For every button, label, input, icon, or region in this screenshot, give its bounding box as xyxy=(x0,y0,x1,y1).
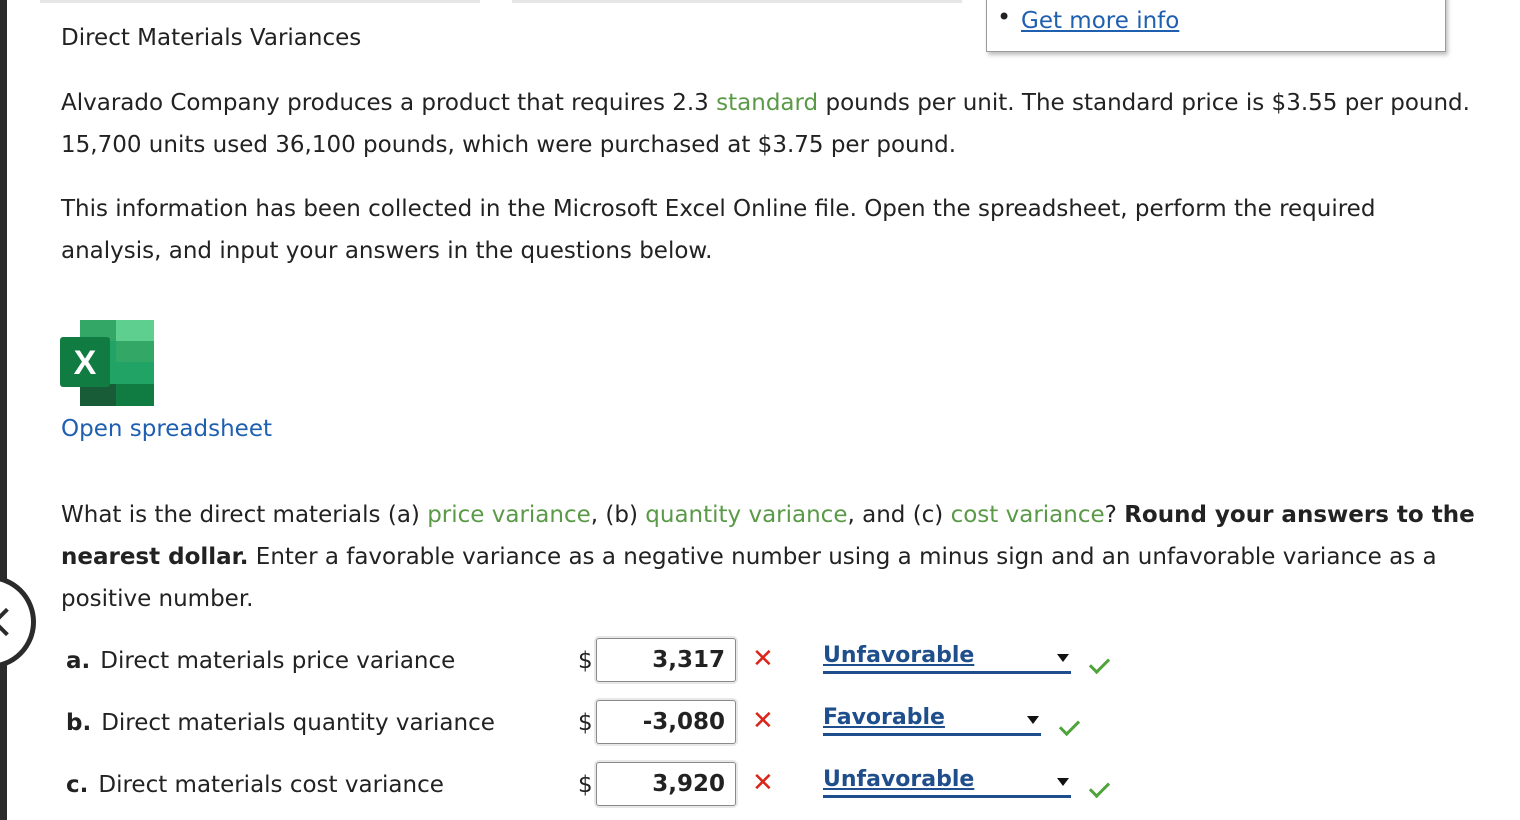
cost-variance-input[interactable]: 3,920 xyxy=(596,762,736,806)
row-label: a. Direct materials price variance xyxy=(66,648,456,674)
get-more-info-link[interactable]: Get more info xyxy=(1021,8,1179,34)
instructions-text: This information has been collected in t… xyxy=(61,196,1376,264)
price-variance-select[interactable]: Unfavorable xyxy=(823,643,1071,674)
term-cost-variance[interactable]: cost variance xyxy=(951,502,1105,528)
bullet-icon: • xyxy=(997,3,1012,31)
answer-row-cost-variance: c. Direct materials cost variance $ 3,920… xyxy=(0,760,1520,810)
cost-variance-select[interactable]: Unfavorable xyxy=(823,767,1071,798)
term-quantity-variance[interactable]: quantity variance xyxy=(645,502,847,528)
row-label: b. Direct materials quantity variance xyxy=(66,710,495,736)
top-tab-edge xyxy=(512,0,962,3)
excel-icon[interactable]: X xyxy=(60,320,156,406)
term-price-variance[interactable]: price variance xyxy=(427,502,591,528)
price-variance-input[interactable]: 3,317 xyxy=(596,638,736,682)
row-label: c. Direct materials cost variance xyxy=(66,772,444,798)
dropdown-caret-icon xyxy=(1057,654,1069,662)
open-spreadsheet-link[interactable]: Open spreadsheet xyxy=(61,416,272,442)
dropdown-caret-icon xyxy=(1027,716,1039,724)
answer-row-price-variance: a. Direct materials price variance $ 3,31… xyxy=(0,636,1520,686)
currency-symbol: $ xyxy=(578,710,593,736)
excel-icon-letter: X xyxy=(74,344,97,382)
info-popover: • Get more info xyxy=(986,0,1446,52)
top-tab-edge xyxy=(40,0,480,3)
currency-symbol: $ xyxy=(578,648,593,674)
incorrect-x-icon: ✕ xyxy=(752,644,774,674)
correct-check-icon xyxy=(1058,714,1081,737)
dropdown-caret-icon xyxy=(1057,778,1069,786)
left-edge-bar xyxy=(0,0,7,820)
currency-symbol: $ xyxy=(578,772,593,798)
page-title: Direct Materials Variances xyxy=(61,25,362,51)
quantity-variance-select[interactable]: Favorable xyxy=(823,705,1041,736)
term-standard[interactable]: standard xyxy=(716,90,818,116)
question-text: What is the direct materials (a) price v… xyxy=(61,502,1475,612)
incorrect-x-icon: ✕ xyxy=(752,706,774,736)
correct-check-icon xyxy=(1088,652,1111,675)
quantity-variance-input[interactable]: -3,080 xyxy=(596,700,736,744)
answer-row-quantity-variance: b. Direct materials quantity variance $ -… xyxy=(0,698,1520,748)
incorrect-x-icon: ✕ xyxy=(752,768,774,798)
correct-check-icon xyxy=(1088,776,1111,799)
problem-statement: Alvarado Company produces a product that… xyxy=(61,90,1470,158)
